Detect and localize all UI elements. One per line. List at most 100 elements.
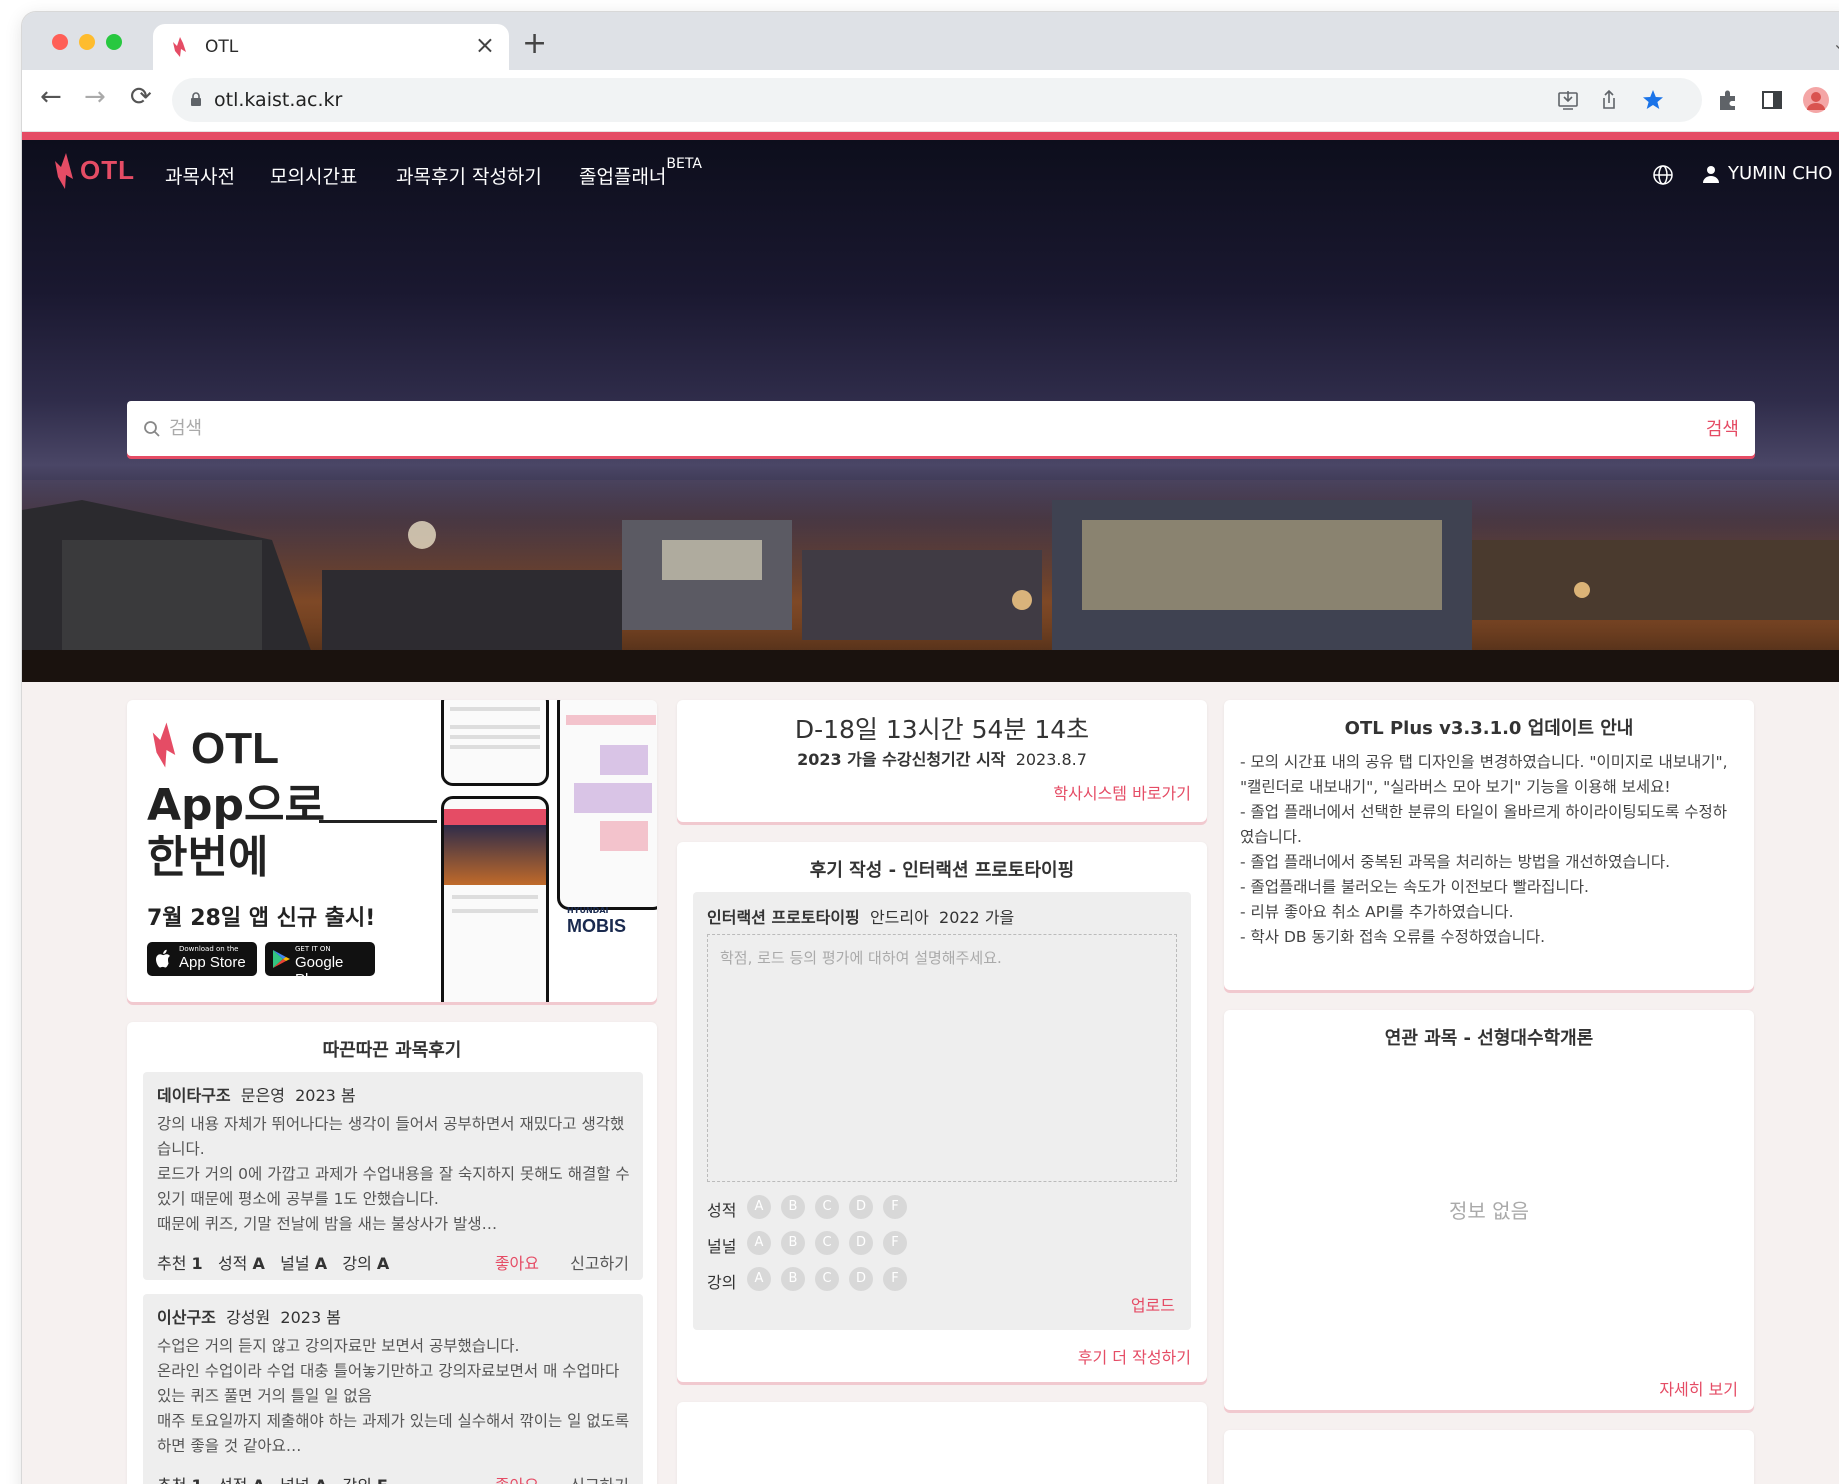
hero-banner: OTL 과목사전 모의시간표 과목후기 작성하기 졸업플래너BETA YUMIN… <box>22 140 1839 682</box>
browser-tab[interactable]: OTL × <box>153 24 509 70</box>
load-label: 널널 <box>280 1476 309 1484</box>
app-store-small-text: Download on the <box>179 945 239 953</box>
search-input[interactable] <box>169 411 1609 445</box>
user-icon[interactable] <box>1702 164 1720 184</box>
app-logo-text: OTL <box>191 724 279 773</box>
address-bar[interactable]: otl.kaist.ac.kr <box>172 78 1702 122</box>
site-navbar: OTL 과목사전 모의시간표 과목후기 작성하기 졸업플래너BETA YUMIN… <box>22 140 1839 202</box>
tab-close-icon[interactable]: × <box>475 33 495 57</box>
nav-graduation-planner-label: 졸업플래너 <box>579 166 667 188</box>
load-label: 널널 <box>280 1254 310 1273</box>
review-body: 수업은 거의 듣지 않고 강의자료만 보면서 공부했습니다. 온라인 수업이라 … <box>157 1337 630 1455</box>
review-textarea[interactable] <box>707 934 1177 1182</box>
load-option-a[interactable]: A <box>747 1231 771 1255</box>
grade-option-b[interactable]: B <box>781 1195 805 1219</box>
logo-text[interactable]: OTL <box>80 155 135 186</box>
bookmark-star-icon[interactable] <box>1640 87 1666 113</box>
review-form-professor: 안드리아 <box>869 908 929 927</box>
speech-option-d[interactable]: D <box>849 1267 873 1291</box>
review-header: 데이타구조 문은영 2023 봄 <box>157 1082 356 1106</box>
tab-title: OTL <box>205 37 239 57</box>
zoom-window-button[interactable] <box>106 34 122 50</box>
speech-option-c[interactable]: C <box>815 1267 839 1291</box>
upload-button[interactable]: 업로드 <box>1131 1292 1175 1316</box>
share-icon[interactable] <box>1596 87 1622 113</box>
review-course[interactable]: 데이타구조 <box>157 1086 231 1105</box>
likes-label: 추천 <box>157 1254 187 1273</box>
lock-icon <box>191 92 201 106</box>
speech-option-b[interactable]: B <box>781 1267 805 1291</box>
google-play-button[interactable]: GET IT ON Google Play <box>265 942 375 988</box>
load-option-c[interactable]: C <box>815 1231 839 1255</box>
load-value: A <box>314 1254 328 1273</box>
related-courses-card: 연관 과목 - 선형대수학개론 정보 없음 자세히 보기 <box>1224 1010 1754 1410</box>
minimize-window-button[interactable] <box>79 34 95 50</box>
grade-option-f[interactable]: F <box>883 1195 907 1219</box>
google-play-text: Google Play <box>295 954 344 988</box>
install-app-icon[interactable] <box>1555 87 1581 113</box>
extensions-puzzle-icon[interactable] <box>1714 86 1742 114</box>
tab-search-chevron-icon[interactable]: ⌄ <box>1833 34 1839 53</box>
grade-value: A <box>252 1254 265 1273</box>
beta-badge: BETA <box>666 156 702 172</box>
phone-mockup-main <box>441 796 549 1002</box>
review-write-card: 후기 작성 - 인터랙션 프로토타이핑 인터랙션 프로토타이핑 안드리아 202… <box>677 842 1207 1382</box>
speech-label: 강의 <box>342 1476 371 1484</box>
nav-graduation-planner[interactable]: 졸업플래너BETA <box>579 156 702 189</box>
likes-count: 1 <box>192 1476 203 1484</box>
app-store-button[interactable]: Download on the App Store <box>147 942 257 976</box>
user-name[interactable]: YUMIN CHO <box>1728 163 1832 184</box>
grade-row-label: 성적 <box>707 1201 737 1220</box>
dday-date: 2023.8.7 <box>1015 750 1087 769</box>
review-body: 강의 내용 자체가 뛰어나다는 생각이 들어서 공부하면서 재밌다고 생각했습니… <box>157 1115 630 1233</box>
browser-window: OTL × + ⌄ ← → ⟳ otl.kaist.ac.kr <box>22 12 1839 1484</box>
grade-option-a[interactable]: A <box>747 1195 771 1219</box>
report-button[interactable]: 신고하기 <box>570 1472 629 1484</box>
nav-course-dictionary[interactable]: 과목사전 <box>165 162 235 189</box>
profile-avatar-icon[interactable] <box>1802 86 1830 114</box>
new-tab-button[interactable]: + <box>522 29 547 59</box>
url-text[interactable]: otl.kaist.ac.kr <box>214 89 342 111</box>
speech-option-f[interactable]: F <box>883 1267 907 1291</box>
load-option-b[interactable]: B <box>781 1231 805 1255</box>
app-promo-card[interactable]: OTL App으로 한번에 7월 28일 앱 신규 출시! Download o… <box>127 700 657 1002</box>
reload-button[interactable]: ⟳ <box>130 84 152 110</box>
grade-label: 성적 <box>217 1254 248 1273</box>
report-button[interactable]: 신고하기 <box>570 1250 629 1274</box>
review-form-semester: 2022 가을 <box>939 908 1015 927</box>
placeholder-card <box>677 1402 1207 1484</box>
language-globe-icon[interactable] <box>1652 164 1674 186</box>
search-button[interactable]: 검색 <box>1706 415 1739 441</box>
side-panel-icon[interactable] <box>1758 86 1786 114</box>
tab-bar: OTL × + ⌄ <box>22 12 1839 70</box>
load-selector-row: 널널 A B C D F <box>707 1230 907 1256</box>
like-button[interactable]: 좋아요 <box>495 1472 539 1484</box>
otl-favicon-icon <box>173 37 186 57</box>
speech-option-a[interactable]: A <box>747 1267 771 1291</box>
load-option-f[interactable]: F <box>883 1231 907 1255</box>
otl-logo-icon[interactable] <box>52 153 76 189</box>
academic-system-link[interactable]: 학사시스템 바로가기 <box>1053 780 1191 804</box>
update-notice-title: OTL Plus v3.3.1.0 업데이트 안내 <box>1344 718 1634 739</box>
grade-selector-row: 성적 A B C D F <box>707 1194 907 1220</box>
grade-option-d[interactable]: D <box>849 1195 873 1219</box>
load-option-d[interactable]: D <box>849 1231 873 1255</box>
see-more-link[interactable]: 자세히 보기 <box>1659 1376 1738 1400</box>
review-header: 이산구조 강성원 2023 봄 <box>157 1304 341 1328</box>
grade-option-c[interactable]: C <box>815 1195 839 1219</box>
google-play-small-text: GET IT ON <box>295 945 331 953</box>
sponsor-small-text: HYUNDAI <box>567 906 609 915</box>
close-window-button[interactable] <box>52 34 68 50</box>
grade-label: 성적 <box>218 1476 247 1484</box>
like-button[interactable]: 좋아요 <box>495 1250 539 1274</box>
review-stats: 추천 1 성적 A 널널 A 강의 A <box>157 1250 389 1274</box>
forward-button[interactable]: → <box>84 84 106 110</box>
sponsor-logo-text: MOBIS <box>567 916 627 936</box>
apple-icon <box>156 949 170 968</box>
speech-row-label: 강의 <box>707 1273 737 1292</box>
back-button[interactable]: ← <box>40 84 62 110</box>
review-course[interactable]: 이산구조 <box>157 1308 216 1327</box>
nav-write-review[interactable]: 과목후기 작성하기 <box>396 162 542 189</box>
nav-timetable[interactable]: 모의시간표 <box>270 162 357 189</box>
write-more-reviews-link[interactable]: 후기 더 작성하기 <box>1078 1344 1191 1368</box>
